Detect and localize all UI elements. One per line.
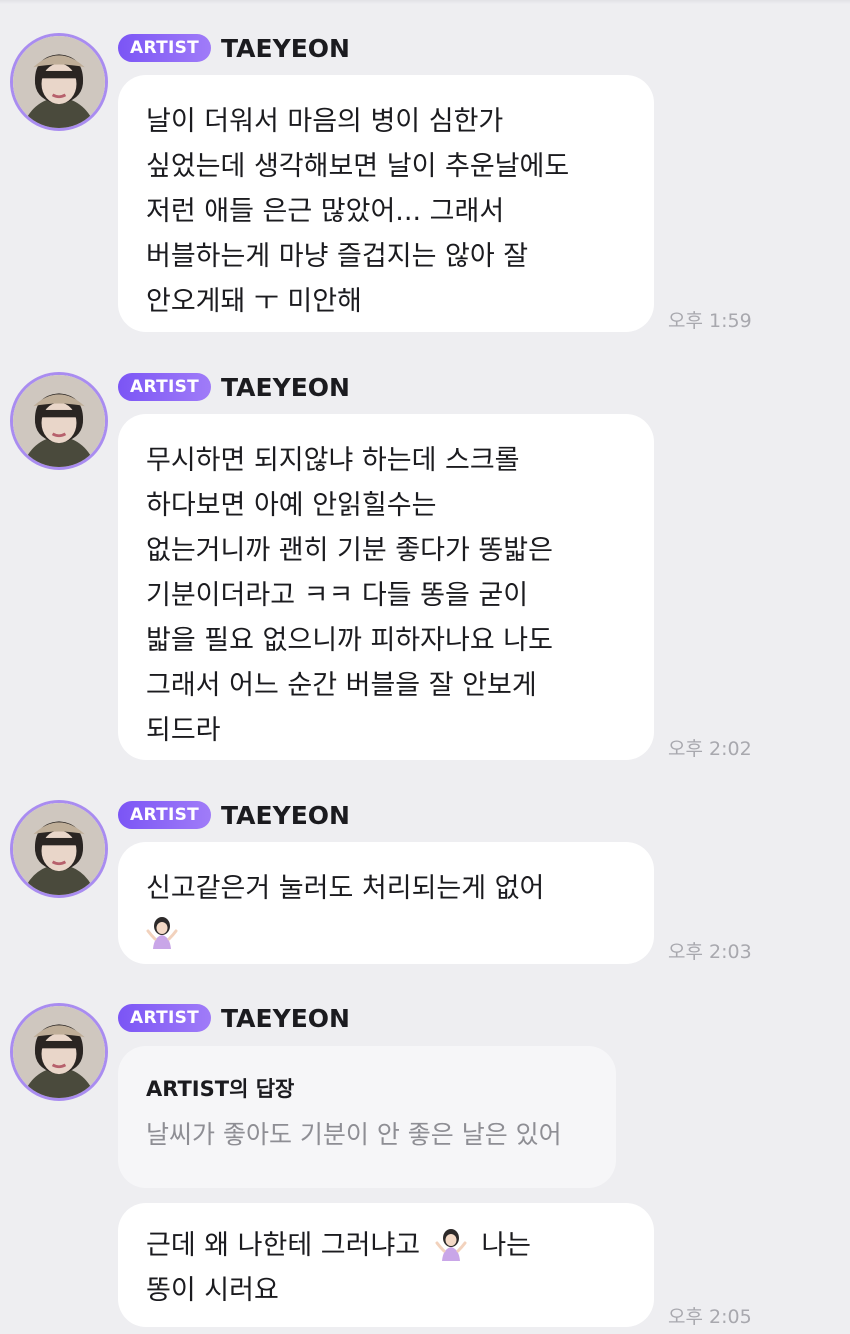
artist-avatar[interactable] bbox=[10, 1003, 108, 1101]
message-line: 신고같은거 눌러도 처리되는게 없어 bbox=[146, 873, 545, 904]
artist-badge: ARTIST bbox=[118, 373, 212, 401]
reply-title: ARTIST의 답장 bbox=[146, 1077, 295, 1101]
message-bubble[interactable]: 근데 왜 나한테 그러냐고 나는 똥이 시러요 bbox=[118, 1203, 654, 1327]
message-bubble[interactable]: 날이 더워서 마음의 병이 심한가 싶었는데 생각해보면 날이 추운날에도 저런… bbox=[118, 75, 654, 332]
message-text: 나는 bbox=[481, 1230, 532, 1261]
top-edge bbox=[0, 0, 850, 4]
artist-avatar[interactable] bbox=[10, 33, 108, 131]
artist-avatar[interactable] bbox=[10, 372, 108, 470]
message-line: 안오게돼 ㅜ 미안해 bbox=[146, 286, 362, 317]
sender-name[interactable]: TAEYEON bbox=[221, 34, 350, 63]
message-line: 버블하는게 마냥 즐겁지는 않아 잘 bbox=[146, 241, 529, 272]
message-line: 기분이더라고 ㅋㅋ 다들 똥을 굳이 bbox=[146, 580, 529, 611]
sender-row: ARTIST TAEYEON bbox=[118, 372, 350, 402]
sender-name[interactable]: TAEYEON bbox=[221, 801, 350, 830]
message-text: 근데 왜 나한테 그러냐고 bbox=[146, 1230, 421, 1261]
message-line: 날이 더워서 마음의 병이 심한가 bbox=[146, 106, 504, 137]
message-line: 하다보면 아예 안읽힐수는 bbox=[146, 490, 437, 521]
message-bubble[interactable]: 무시하면 되지않냐 하는데 스크롤 하다보면 아예 안읽힐수는 없는거니까 괜히… bbox=[118, 414, 654, 760]
message-line: 그래서 어느 순간 버블을 잘 안보게 bbox=[146, 670, 537, 701]
message-timestamp: 오후 1:59 bbox=[668, 310, 752, 332]
message-line: 밟을 필요 없으니까 피하자나요 나도 bbox=[146, 625, 553, 656]
sender-name[interactable]: TAEYEON bbox=[221, 1004, 350, 1033]
avatar-photo-icon bbox=[13, 36, 105, 128]
reply-preview[interactable]: ARTIST의 답장 날씨가 좋아도 기분이 안 좋은 날은 있어 bbox=[118, 1046, 616, 1188]
message-timestamp: 오후 2:02 bbox=[668, 738, 752, 760]
message-line: 싶었는데 생각해보면 날이 추운날에도 bbox=[146, 151, 570, 182]
sender-name[interactable]: TAEYEON bbox=[221, 373, 350, 402]
message-timestamp: 오후 2:03 bbox=[668, 941, 752, 963]
reply-quote: 날씨가 좋아도 기분이 안 좋은 날은 있어 bbox=[146, 1120, 562, 1149]
sender-row: ARTIST TAEYEON bbox=[118, 1003, 350, 1033]
person-shrugging-emoji-icon bbox=[435, 1228, 467, 1261]
person-shrugging-emoji-icon bbox=[146, 916, 178, 949]
message-line: 똥이 시러요 bbox=[146, 1275, 279, 1306]
artist-badge: ARTIST bbox=[118, 34, 212, 62]
message-line bbox=[146, 911, 628, 956]
artist-badge: ARTIST bbox=[118, 1004, 212, 1032]
artist-avatar[interactable] bbox=[10, 800, 108, 898]
avatar-photo-icon bbox=[13, 803, 105, 895]
sender-row: ARTIST TAEYEON bbox=[118, 33, 350, 63]
message-line: 되드라 bbox=[146, 715, 221, 746]
avatar-photo-icon bbox=[13, 1006, 105, 1098]
message-bubble[interactable]: 신고같은거 눌러도 처리되는게 없어 bbox=[118, 842, 654, 964]
avatar-photo-icon bbox=[13, 375, 105, 467]
artist-badge: ARTIST bbox=[118, 801, 212, 829]
message-line: 무시하면 되지않냐 하는데 스크롤 bbox=[146, 445, 520, 476]
message-line: 근데 왜 나한테 그러냐고 나는 bbox=[146, 1223, 628, 1268]
sender-row: ARTIST TAEYEON bbox=[118, 800, 350, 830]
message-line: 저런 애들 은근 많았어... 그래서 bbox=[146, 196, 505, 227]
message-line: 없는거니까 괜히 기분 좋다가 똥밟은 bbox=[146, 535, 553, 566]
chat-screen[interactable]: ARTIST TAEYEON 날이 더워서 마음의 병이 심한가 싶었는데 생각… bbox=[0, 0, 850, 1334]
message-timestamp: 오후 2:05 bbox=[668, 1306, 752, 1328]
